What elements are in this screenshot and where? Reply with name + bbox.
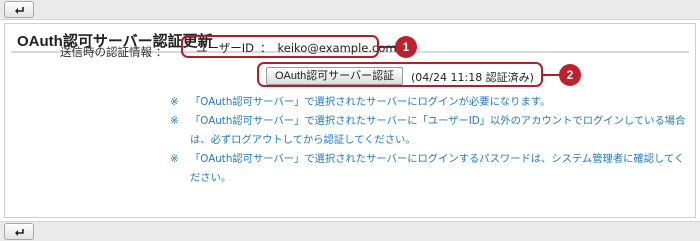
note-mark: ※ <box>170 96 179 108</box>
back-button[interactable] <box>4 223 34 240</box>
auth-status-text: (04/24 11:18 認証済み) <box>411 71 534 84</box>
note-mark: ※ <box>170 153 179 165</box>
note-mark: ※ <box>170 115 179 127</box>
callout-badge-1: 1 <box>395 36 417 58</box>
note-text: 「OAuth認可サーバー」で選択されたサーバーにログインするパスワードは、システ… <box>190 153 685 184</box>
back-button[interactable] <box>4 1 34 18</box>
user-id-display: ユーザーID ： keiko@example.com <box>196 40 397 56</box>
note-item: ※ 「OAuth認可サーバー」で選択されたサーバーに「ユーザーID」以外のアカウ… <box>170 112 690 150</box>
oauth-auth-button[interactable]: OAuth認可サーバー認証 <box>266 67 404 85</box>
callout-badge-2: 2 <box>559 64 581 86</box>
bottom-toolbar <box>0 221 700 241</box>
user-id-value: keiko@example.com <box>277 41 397 55</box>
note-text: 「OAuth認可サーバー」で選択されたサーバーに「ユーザーID」以外のアカウント… <box>190 115 686 146</box>
note-item: ※ 「OAuth認可サーバー」で選択されたサーバーにログインするパスワードは、シ… <box>170 150 690 188</box>
user-id-separator: ： <box>260 41 272 55</box>
auth-info-label: 送信時の認証情報 ： <box>60 45 168 59</box>
note-text: 「OAuth認可サーバー」で選択されたサーバーにログインが必要になります。 <box>190 96 551 108</box>
back-arrow-icon <box>15 6 24 14</box>
notes-list: ※ 「OAuth認可サーバー」で選択されたサーバーにログインが必要になります。 … <box>170 93 690 188</box>
back-arrow-icon <box>15 228 24 236</box>
note-item: ※ 「OAuth認可サーバー」で選択されたサーバーにログインが必要になります。 <box>170 93 690 112</box>
callout-leader-2 <box>542 74 560 76</box>
top-toolbar <box>0 0 700 20</box>
user-id-label: ユーザーID <box>196 41 255 55</box>
